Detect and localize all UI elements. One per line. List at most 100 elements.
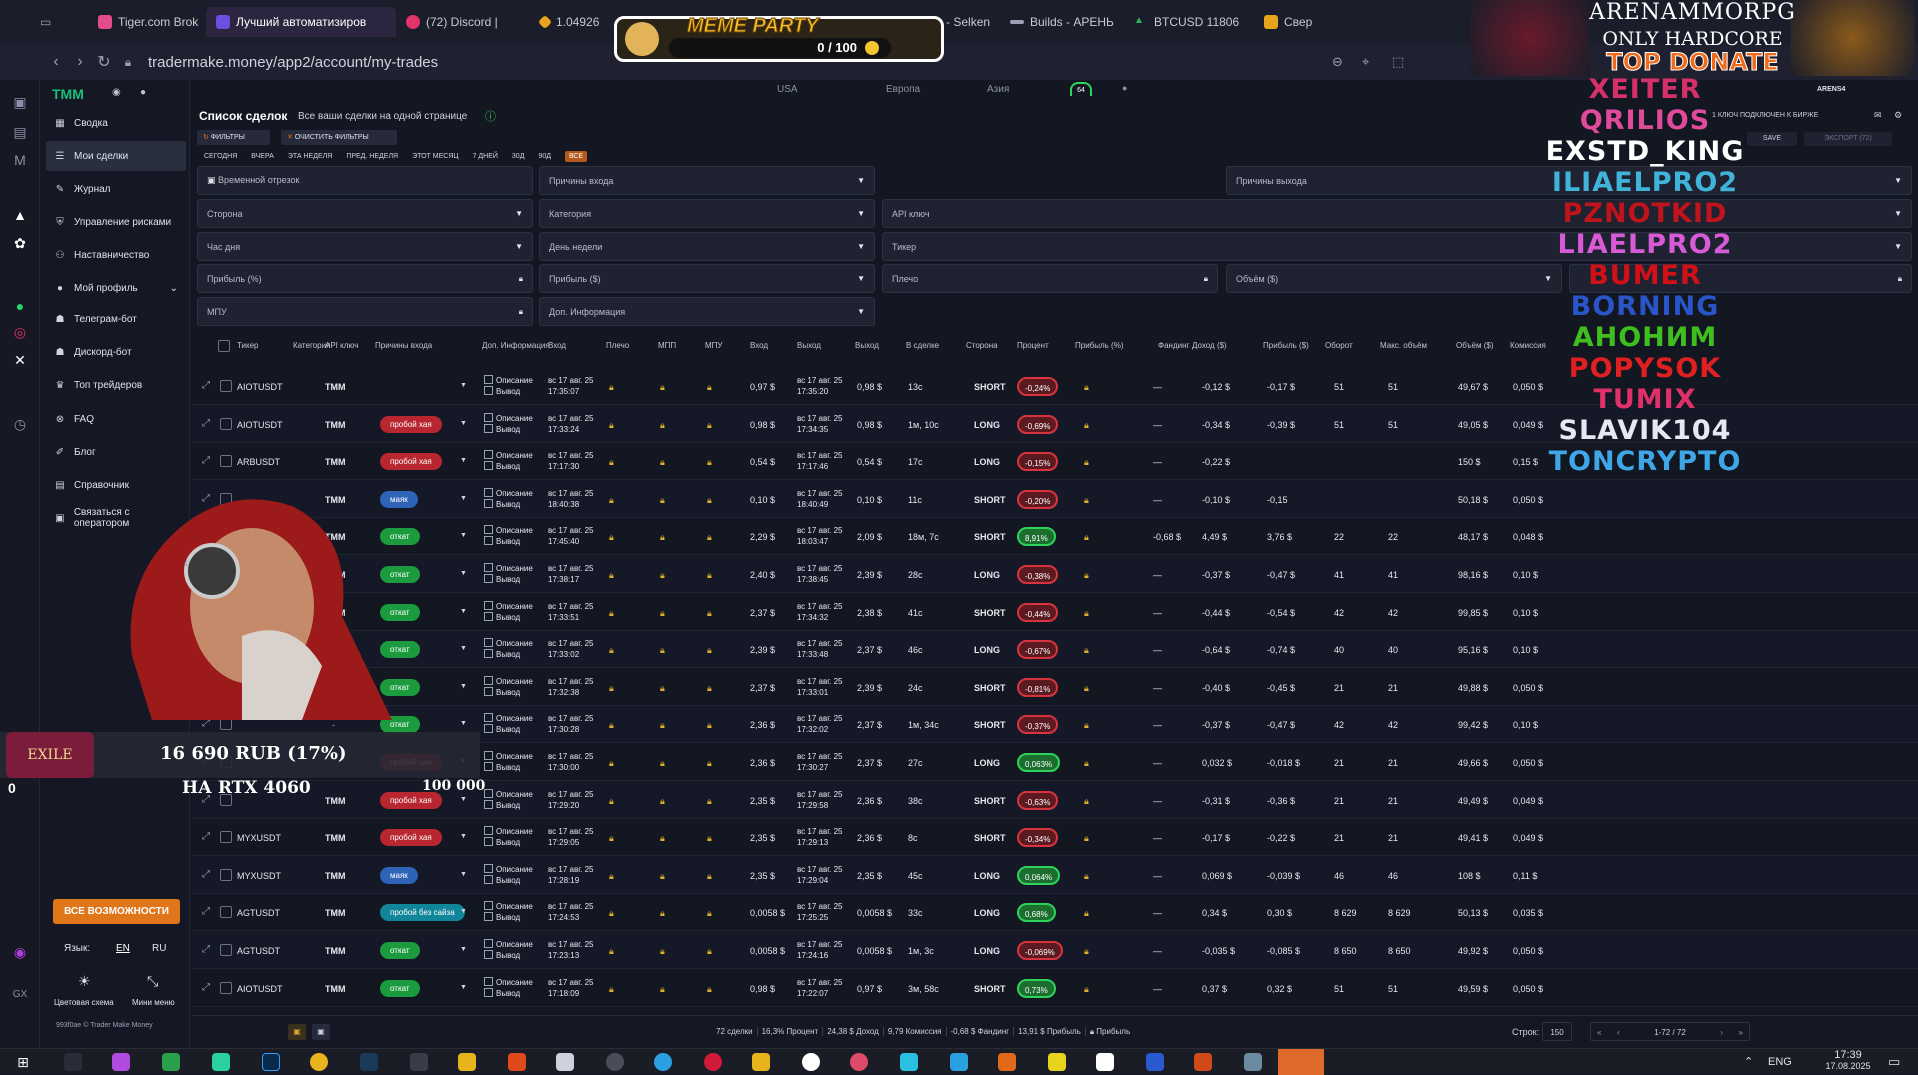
- zoom-icon[interactable]: ⊖: [1332, 54, 1343, 70]
- reload-icon[interactable]: ↻: [92, 52, 116, 72]
- extra-info-cell[interactable]: Описание Вывод: [484, 713, 533, 735]
- tab-builds-arena[interactable]: Builds - АРЕНЬ: [1000, 7, 1124, 37]
- xbox-icon[interactable]: [162, 1053, 180, 1071]
- exit-checkbox[interactable]: Вывод: [484, 649, 533, 660]
- extra-info-cell[interactable]: Описание Вывод: [484, 826, 533, 848]
- exit-checkbox[interactable]: Вывод: [484, 912, 533, 923]
- time-period-filter[interactable]: ▣ Временной отрезок: [197, 166, 533, 195]
- reason-dropdown-icon[interactable]: ▼: [460, 871, 467, 878]
- category-filter[interactable]: Категория ▼: [539, 199, 875, 228]
- help-icon[interactable]: ⓘ: [485, 108, 496, 124]
- column-header[interactable]: Выход: [855, 341, 879, 350]
- description-checkbox[interactable]: Описание: [484, 413, 533, 424]
- column-header[interactable]: Вход: [750, 341, 768, 350]
- column-header[interactable]: Вход: [548, 341, 566, 350]
- column-header[interactable]: Прибыль ($): [1263, 341, 1309, 350]
- expand-icon[interactable]: ▣: [312, 1024, 330, 1040]
- photoshop-icon[interactable]: [262, 1053, 280, 1071]
- ticker-cell[interactable]: AIOTUSDT: [237, 420, 283, 430]
- history-icon[interactable]: ◷: [10, 414, 30, 434]
- weekday-filter[interactable]: День недели ▼: [539, 232, 875, 261]
- reason-dropdown-icon[interactable]: ▼: [460, 457, 467, 464]
- exit-checkbox[interactable]: Вывод: [484, 424, 533, 435]
- extra-info-cell[interactable]: Описание Вывод: [484, 901, 533, 923]
- tab-tiger[interactable]: Tiger.com Brok: [88, 7, 206, 37]
- description-checkbox[interactable]: Описание: [484, 450, 533, 461]
- forward-icon[interactable]: ›: [68, 53, 92, 71]
- expand-row-icon[interactable]: ⤢: [202, 869, 210, 880]
- app-icon[interactable]: [850, 1053, 868, 1071]
- profit-pct-filter[interactable]: Прибыль (%) 🔒︎: [197, 264, 533, 293]
- exit-checkbox[interactable]: Вывод: [484, 875, 533, 886]
- column-header[interactable]: Доп. Информация: [482, 341, 550, 350]
- period-this-month[interactable]: ЭТОТ МЕСЯЦ: [412, 153, 458, 160]
- sidebar-item-discord-bot[interactable]: ☗ Дискорд-бот: [46, 337, 186, 367]
- description-checkbox[interactable]: Описание: [484, 939, 533, 950]
- chatgpt-icon[interactable]: ✿: [10, 233, 30, 253]
- expand-row-icon[interactable]: ⤢: [202, 718, 210, 729]
- expand-row-icon[interactable]: ⤢: [202, 418, 210, 429]
- period-90d[interactable]: 90Д: [538, 153, 551, 160]
- reason-dropdown-icon[interactable]: ▼: [460, 645, 467, 652]
- app-icon[interactable]: [998, 1053, 1016, 1071]
- description-checkbox[interactable]: Описание: [484, 751, 533, 762]
- column-header[interactable]: МПУ: [705, 341, 723, 350]
- extra-info-filter[interactable]: Доп. Информация ▼: [539, 297, 875, 326]
- windows-start-icon[interactable]: ⊞: [14, 1053, 32, 1071]
- column-header[interactable]: В сделке: [906, 341, 939, 350]
- app-icon[interactable]: [112, 1053, 130, 1071]
- description-checkbox[interactable]: Описание: [484, 488, 533, 499]
- ticker-cell[interactable]: MYXUSDT: [237, 871, 281, 881]
- next-page-icon[interactable]: ›: [1720, 1023, 1723, 1042]
- app-icon[interactable]: [1048, 1053, 1066, 1071]
- extra-info-cell[interactable]: Описание Вывод: [484, 601, 533, 623]
- eye-icon[interactable]: ◉: [112, 87, 121, 98]
- app-icon[interactable]: [1096, 1053, 1114, 1071]
- tab-tradermake[interactable]: Лучший автоматизиров: [206, 7, 396, 37]
- extra-info-cell[interactable]: Описание Вывод: [484, 864, 533, 886]
- sun-icon[interactable]: ☀: [78, 973, 91, 990]
- back-icon[interactable]: ‹: [44, 53, 68, 71]
- lang-ru-option[interactable]: RU: [152, 943, 166, 954]
- profit-usd-filter[interactable]: Прибыль ($) ▼: [539, 264, 875, 293]
- whatsapp-icon[interactable]: ●: [10, 296, 30, 316]
- exit-checkbox[interactable]: Вывод: [484, 724, 533, 735]
- entry-reason-badge[interactable]: откат: [380, 942, 420, 959]
- task-view-icon[interactable]: [64, 1053, 82, 1071]
- description-checkbox[interactable]: Описание: [484, 789, 533, 800]
- entry-reason-badge[interactable]: пробой хая: [380, 829, 442, 847]
- tab-binance[interactable]: 1.04926: [530, 7, 610, 37]
- exit-checkbox[interactable]: Вывод: [484, 950, 533, 961]
- entry-reason-badge[interactable]: откат: [380, 979, 420, 997]
- row-checkbox[interactable]: [220, 906, 232, 919]
- reason-dropdown-icon[interactable]: ▼: [460, 908, 467, 915]
- exit-checkbox[interactable]: Вывод: [484, 574, 533, 585]
- expand-row-icon[interactable]: ⤢: [202, 944, 210, 955]
- side-filter[interactable]: Сторона ▼: [197, 199, 533, 228]
- column-header[interactable]: Причины входа: [375, 341, 432, 350]
- rows-per-page-select[interactable]: 150: [1542, 1022, 1572, 1041]
- hour-filter[interactable]: Час дня ▼: [197, 232, 533, 261]
- mpu-filter[interactable]: МПУ 🔒︎: [197, 297, 533, 326]
- app-icon[interactable]: [752, 1053, 770, 1071]
- tab-sver[interactable]: Свер: [1254, 7, 1324, 37]
- row-checkbox[interactable]: [220, 831, 232, 844]
- exit-checkbox[interactable]: Вывод: [484, 499, 533, 510]
- notifications-icon[interactable]: ▭: [1888, 1054, 1900, 1070]
- description-checkbox[interactable]: Описание: [484, 977, 533, 988]
- active-app-icon[interactable]: [1278, 1049, 1324, 1075]
- column-header[interactable]: Оборот: [1325, 341, 1353, 350]
- exit-checkbox[interactable]: Вывод: [484, 762, 533, 773]
- reason-dropdown-icon[interactable]: ▼: [460, 984, 467, 991]
- filters-button[interactable]: ↻ ФИЛЬТРЫ: [197, 130, 270, 145]
- column-header[interactable]: Прибыль (%): [1075, 341, 1124, 350]
- app-icon[interactable]: [1146, 1053, 1164, 1071]
- extra-info-cell[interactable]: Описание Вывод: [484, 789, 533, 811]
- url-field[interactable]: tradermake.money/app2/account/my-trades: [148, 54, 438, 71]
- exit-checkbox[interactable]: Вывод: [484, 687, 533, 698]
- extra-info-cell[interactable]: Описание Вывод: [484, 676, 533, 698]
- expand-row-icon[interactable]: ⤢: [202, 380, 210, 391]
- pin-icon[interactable]: ⌖: [1362, 54, 1369, 70]
- extra-info-cell[interactable]: Описание Вывод: [484, 977, 533, 999]
- snapshot-icon[interactable]: ⬚: [1392, 54, 1404, 70]
